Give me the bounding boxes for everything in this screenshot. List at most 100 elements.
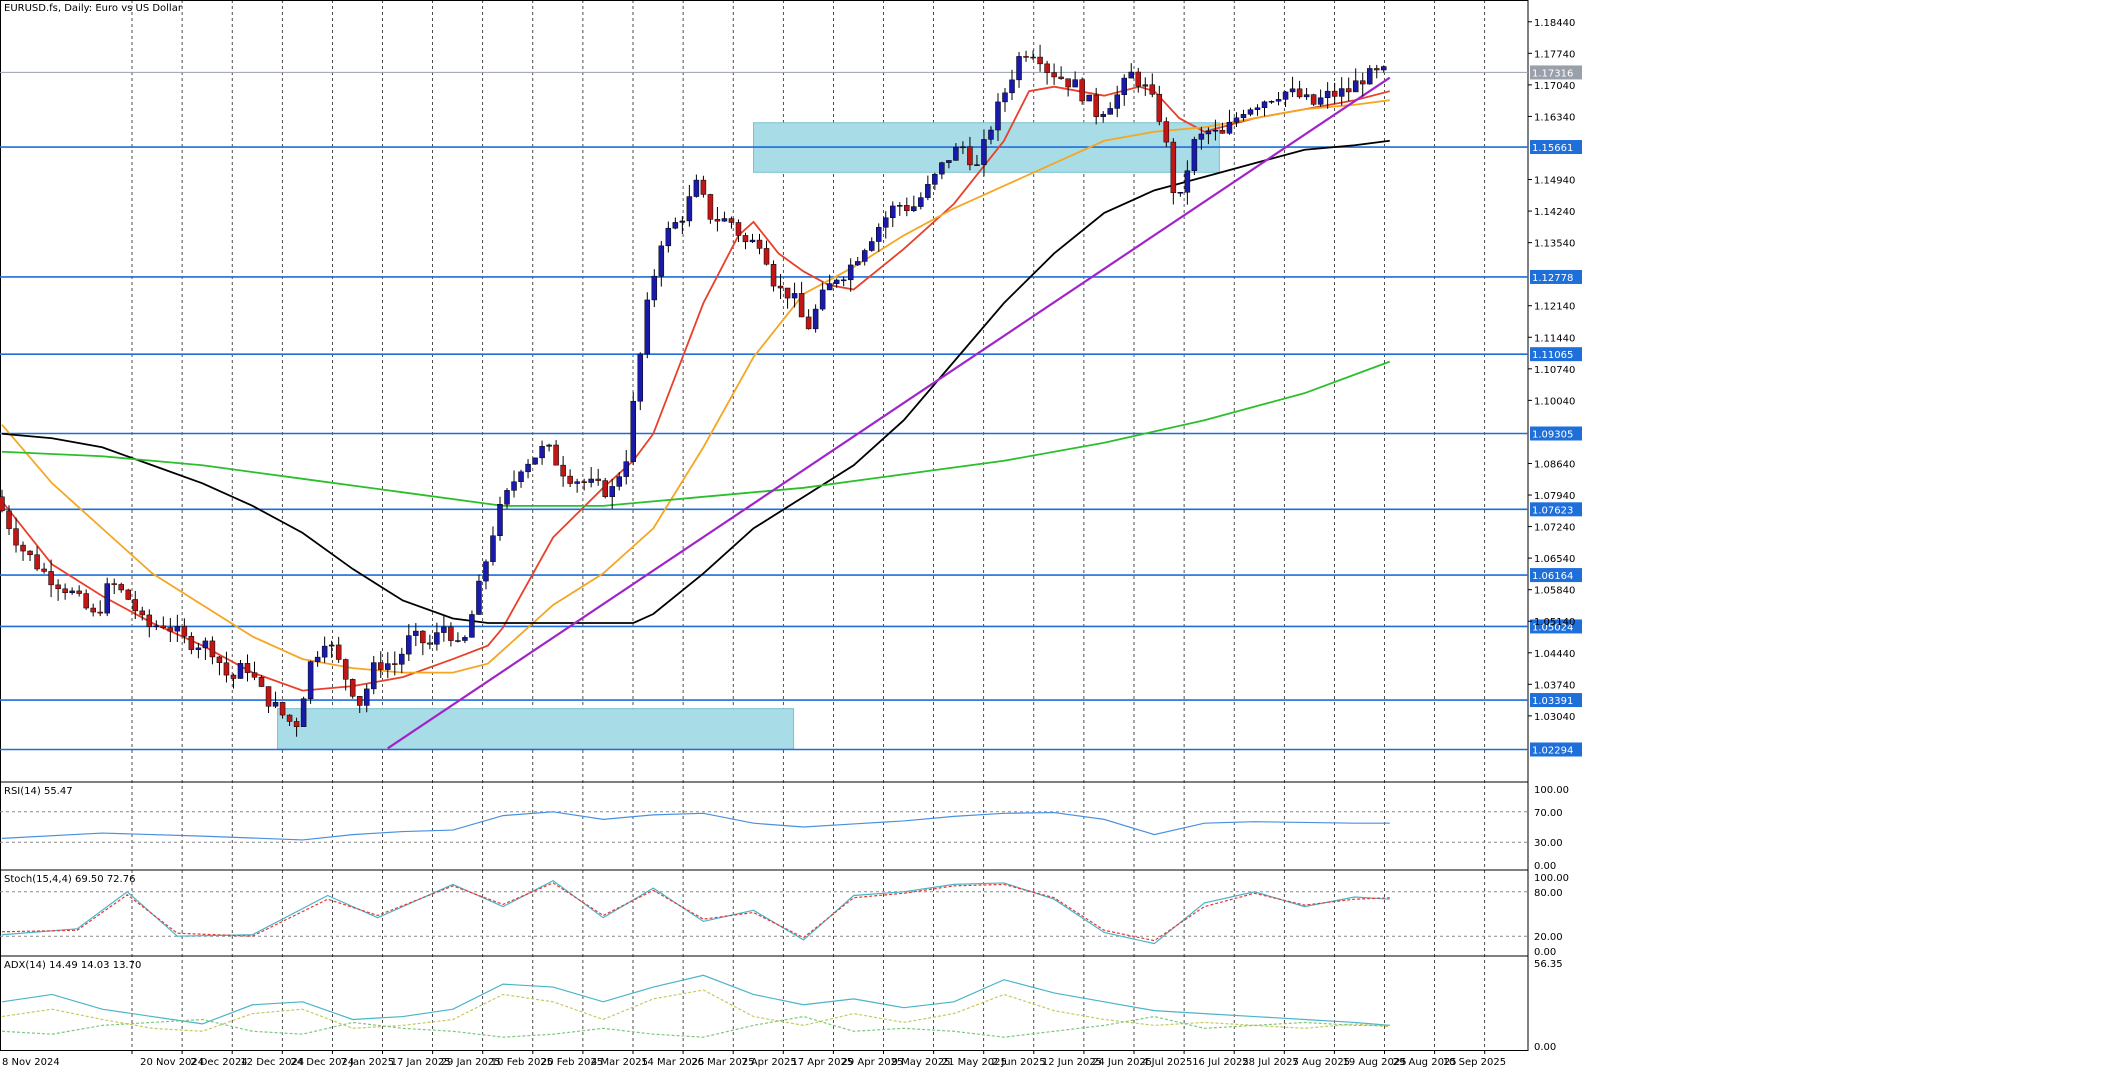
candle-body [1037,56,1043,65]
x-tick-label: 10 Sep 2025 [1443,1057,1506,1068]
x-tick-label: 28 Jul 2025 [1242,1057,1299,1068]
candle-body [1226,122,1233,134]
candle-body [1212,129,1219,132]
price-level-label: 1.03391 [1532,696,1573,707]
x-axis: 8 Nov 2024 20 Nov 20242 Dec 202412 Dec 20… [2,1050,1506,1068]
candle-body [567,475,573,484]
candle-body [251,672,258,678]
indicator-panel-3: ADX(14) 14.49 14.03 13.70 56.35 0.00 [1,959,1563,1053]
x-tick-label: 7 Aug 2025 [1292,1057,1350,1068]
chart-canvas[interactable]: 1.15661 1.12778 1.11065 1.09305 1.07623 1.061… [0,0,2106,1073]
indicator-panel-2: Stoch(15,4,4) 69.50 72.76 100.00 80.00 20.0… [0,873,1569,958]
candle-body [749,239,756,243]
candle-body [539,446,545,459]
candle-body [69,590,75,594]
candle-body [1296,88,1303,98]
candle-body [41,568,47,572]
candle-body [370,662,377,690]
candle-body [1247,109,1254,115]
y-tick-label: 1.05140 [1534,617,1575,628]
candle-body [812,308,819,330]
x-tick-label: 16 Jul 2025 [1192,1057,1249,1068]
candle-body [651,275,658,301]
candle-body [756,239,763,249]
y-tick-label: 1.18440 [1534,18,1575,29]
candle-body [1163,121,1170,143]
candle-body [798,293,805,318]
candle-body [953,146,959,161]
y-tick-label: 1.07940 [1534,491,1575,502]
zone-1 [277,708,795,750]
indicator-level-label: 20.00 [1534,932,1563,943]
candle-body [1254,107,1261,110]
candle-body [455,640,461,642]
candle-body [883,217,889,228]
trading-chart[interactable]: EURUSD.fs, Daily: Euro vs US Dollar 1.15… [0,0,2106,1073]
candle-body [532,457,538,465]
candle-body [819,289,826,310]
y-tick-label: 1.11440 [1534,333,1575,344]
indicator-label: RSI(14) 55.47 [4,786,73,797]
candle-body [286,714,293,722]
candle-body [890,205,896,218]
candle-body [1100,114,1106,117]
candle-body [686,196,693,222]
candle-body [721,218,728,222]
candle-body [1282,91,1289,100]
candle-body [125,589,132,600]
y-tick-label: 1.14940 [1534,176,1575,187]
candle-body [588,478,594,483]
candle-body [805,316,812,330]
candle-body [595,478,601,481]
indicator-level-label: 80.00 [1534,888,1563,899]
y-tick-label: 1.06540 [1534,554,1575,565]
candle-body [981,139,987,165]
candle-body [777,285,784,289]
candle-body [469,614,475,638]
price-level-label: 1.06164 [1532,571,1573,582]
y-tick-label: 1.12140 [1534,302,1575,313]
indicator-level-label: 0.00 [1534,861,1556,872]
candle-body [363,688,370,706]
y-tick-label: 1.17740 [1534,49,1575,60]
candle-body [1030,56,1036,59]
candle-body [335,644,342,660]
candle-body [434,632,440,645]
candle-body [272,702,279,707]
indicator-series-1 [1,811,1390,841]
candle-body [483,561,489,582]
x-tick-label: 2 Dec 2024 [190,1057,248,1068]
candle-body [111,583,117,585]
candle-body [644,299,651,355]
indicator-level-label: 70.00 [1534,808,1563,819]
candle-body [904,205,910,211]
candle-body [1345,88,1352,93]
candle-body [988,129,994,140]
candle-body [637,353,644,402]
candle-body [1065,78,1071,88]
candle-body [328,644,335,647]
current-price-label: 1.17316 [1532,68,1573,79]
price-level-label: 1.09305 [1532,430,1573,441]
candle-body [1331,90,1338,97]
candle-body [195,647,202,650]
candle-body [1219,129,1226,134]
candle-body [1261,101,1268,108]
candle-body [146,614,153,627]
candle-body [1142,84,1149,87]
candle-body [1002,92,1008,103]
candle-body [658,245,665,277]
y-tick-label: 1.07240 [1534,523,1575,534]
x-tick-label: 8 Nov 2024 [2,1057,60,1068]
candle-body [1051,72,1057,78]
candle-body [97,611,103,614]
candle-body [560,464,566,477]
candle-body [174,626,181,632]
candle-body [581,481,587,483]
candle-body [392,663,398,665]
candle-body [1149,84,1156,95]
indicator-panel-1: RSI(14) 55.47 100.00 70.00 30.00 0.00 [0,785,1569,872]
candle-body [427,642,433,645]
candle-body [244,663,251,673]
candle-body [139,610,146,616]
